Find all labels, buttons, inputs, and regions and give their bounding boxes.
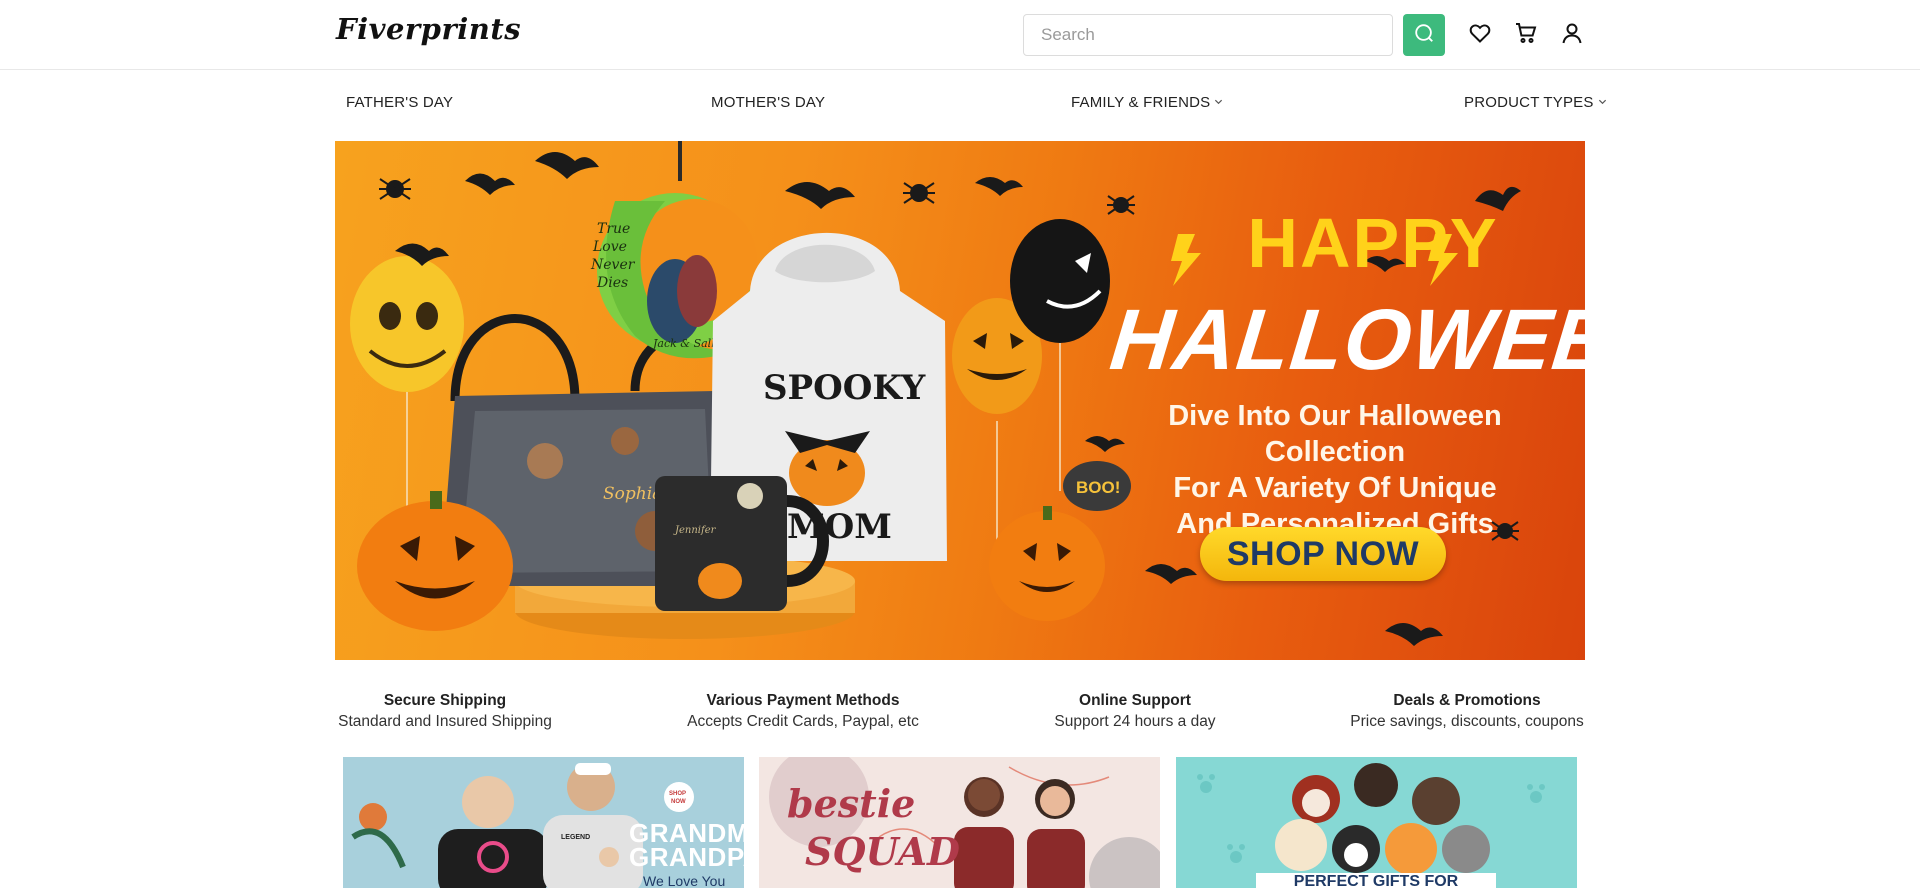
card-subtitle: We Love You: [643, 873, 726, 888]
search-icon: [1413, 22, 1435, 48]
mug-name-text: Jennifer: [673, 525, 717, 536]
ornament-names: Jack & Sally: [651, 337, 722, 350]
ornament-line: True: [597, 221, 630, 237]
pets-card-art: [1176, 757, 1577, 888]
nav-item-product-types[interactable]: PRODUCT TYPES: [1464, 94, 1607, 111]
category-card-bestie[interactable]: bestie SQUAD: [759, 757, 1160, 888]
cart-button[interactable]: [1512, 21, 1540, 49]
site-header: Fiverprints: [0, 0, 1920, 70]
account-button[interactable]: [1558, 21, 1586, 49]
yellow-balloon: [350, 256, 464, 392]
feature-subtitle: Price savings, discounts, coupons: [1350, 713, 1584, 730]
nav-item-label: FATHER'S DAY: [346, 94, 454, 111]
card-title-line: GRANDPA: [629, 842, 744, 872]
hoodie-bottom-text: MOM: [787, 507, 892, 547]
nav-item-label: MOTHER'S DAY: [711, 94, 826, 111]
main-nav: FATHER'S DAY MOTHER'S DAY FAMILY & FRIEN…: [0, 88, 1920, 122]
bag-name-text: Sophia: [603, 484, 662, 504]
heart-icon: [1468, 21, 1492, 49]
feature-payment-methods: Various Payment Methods Accepts Credit C…: [683, 690, 923, 732]
card-badge: SHOP: [669, 791, 686, 797]
card-title-line: SQUAD: [805, 829, 960, 874]
banner-description: Dive Into Our Halloween Collection For A…: [1095, 398, 1575, 542]
ornament-line: Never: [590, 257, 636, 273]
search-button[interactable]: [1403, 14, 1445, 56]
feature-title: Online Support: [1079, 692, 1191, 709]
feature-title: Various Payment Methods: [706, 692, 900, 709]
chevron-down-icon: [1214, 97, 1223, 108]
nav-item-label: PRODUCT TYPES: [1464, 94, 1594, 111]
search-input[interactable]: [1023, 14, 1393, 56]
feature-deals-promotions: Deals & Promotions Price savings, discou…: [1349, 690, 1585, 732]
card-badge: NOW: [671, 799, 686, 805]
feature-secure-shipping: Secure Shipping Standard and Insured Shi…: [335, 690, 555, 732]
ornament-line: Love: [592, 239, 627, 255]
black-balloon: [1010, 219, 1110, 343]
feature-title: Secure Shipping: [383, 692, 507, 709]
shirt-text: LEGEND: [561, 834, 590, 841]
nav-item-family-friends[interactable]: FAMILY & FRIENDS: [1071, 94, 1223, 111]
feature-online-support: Online Support Support 24 hours a day: [1050, 690, 1220, 732]
category-card-grandparents[interactable]: LEGEND SHOP NOW GRANDMA GRANDPA We Love …: [343, 757, 744, 888]
banner-headline-main: HALLOWEEN: [1106, 292, 1585, 388]
site-logo[interactable]: Fiverprints: [336, 12, 521, 46]
cart-icon: [1514, 21, 1538, 49]
nav-item-mothers-day[interactable]: MOTHER'S DAY: [711, 94, 825, 111]
halloween-hero-banner[interactable]: Sophia True Love Never Dies Jack & Sally…: [335, 141, 1585, 660]
feature-subtitle: Standard and Insured Shipping: [338, 713, 552, 730]
banner-headline-top: HAPPY: [1247, 204, 1499, 282]
features-bar: Secure Shipping Standard and Insured Shi…: [335, 690, 1585, 736]
pumpkin-right: [989, 506, 1105, 621]
ornament-line: Dies: [596, 275, 628, 291]
nav-item-fathers-day[interactable]: FATHER'S DAY: [346, 94, 453, 111]
feature-subtitle: Support 24 hours a day: [1054, 713, 1216, 730]
category-card-pets[interactable]: PERFECT GIFTS FOR: [1176, 757, 1577, 888]
feature-subtitle: Accepts Credit Cards, Paypal, etc: [687, 713, 919, 730]
banner-description-line: For A Variety Of Unique: [1173, 472, 1497, 504]
banner-description-line: Dive Into Our Halloween Collection: [1168, 400, 1502, 468]
feature-title: Deals & Promotions: [1393, 692, 1541, 709]
nav-item-label: FAMILY & FRIENDS: [1071, 94, 1211, 111]
wishlist-button[interactable]: [1466, 21, 1494, 49]
user-icon: [1560, 21, 1584, 49]
chevron-down-icon: [1598, 97, 1607, 108]
hoodie-top-text: SPOOKY: [763, 368, 926, 408]
card-title-line: bestie: [787, 781, 916, 826]
card-title: PERFECT GIFTS FOR: [1293, 873, 1459, 888]
shop-now-button[interactable]: SHOP NOW: [1200, 527, 1446, 581]
